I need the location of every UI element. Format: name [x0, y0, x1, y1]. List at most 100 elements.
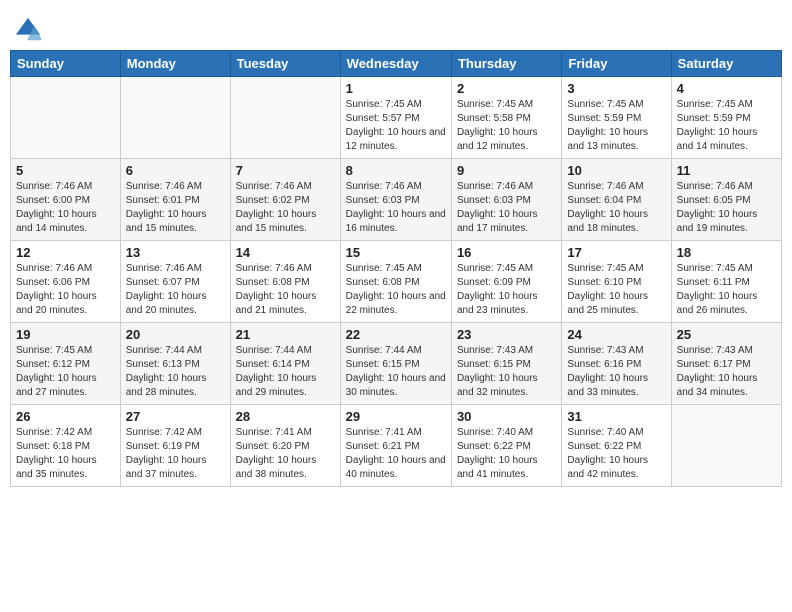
day-info: Sunrise: 7:44 AM Sunset: 6:14 PM Dayligh…	[236, 344, 335, 400]
calendar-cell: 4 Sunrise: 7:45 AM Sunset: 5:59 PM Daylig…	[671, 77, 781, 159]
calendar-cell: 14 Sunrise: 7:46 AM Sunset: 6:08 PM Dayli…	[230, 241, 340, 323]
weekday-header-sunday: Sunday	[11, 51, 121, 77]
day-number: 31	[567, 409, 665, 424]
weekday-header-monday: Monday	[120, 51, 230, 77]
day-info: Sunrise: 7:46 AM Sunset: 6:03 PM Dayligh…	[457, 180, 556, 236]
calendar-cell	[230, 77, 340, 159]
day-number: 16	[457, 245, 556, 260]
day-info: Sunrise: 7:45 AM Sunset: 6:09 PM Dayligh…	[457, 262, 556, 318]
day-info: Sunrise: 7:43 AM Sunset: 6:16 PM Dayligh…	[567, 344, 665, 400]
calendar-week-row: 12 Sunrise: 7:46 AM Sunset: 6:06 PM Dayli…	[11, 241, 782, 323]
day-info: Sunrise: 7:46 AM Sunset: 6:01 PM Dayligh…	[126, 180, 225, 236]
day-number: 25	[677, 327, 776, 342]
day-info: Sunrise: 7:46 AM Sunset: 6:08 PM Dayligh…	[236, 262, 335, 318]
day-number: 11	[677, 163, 776, 178]
day-info: Sunrise: 7:45 AM Sunset: 6:10 PM Dayligh…	[567, 262, 665, 318]
calendar-cell: 13 Sunrise: 7:46 AM Sunset: 6:07 PM Dayli…	[120, 241, 230, 323]
day-number: 26	[16, 409, 115, 424]
day-number: 28	[236, 409, 335, 424]
day-info: Sunrise: 7:46 AM Sunset: 6:03 PM Dayligh…	[346, 180, 446, 236]
logo-icon	[14, 16, 42, 44]
day-info: Sunrise: 7:46 AM Sunset: 6:02 PM Dayligh…	[236, 180, 335, 236]
calendar-cell: 11 Sunrise: 7:46 AM Sunset: 6:05 PM Dayli…	[671, 159, 781, 241]
calendar-cell: 25 Sunrise: 7:43 AM Sunset: 6:17 PM Dayli…	[671, 323, 781, 405]
calendar-cell: 20 Sunrise: 7:44 AM Sunset: 6:13 PM Dayli…	[120, 323, 230, 405]
day-number: 24	[567, 327, 665, 342]
day-info: Sunrise: 7:45 AM Sunset: 6:12 PM Dayligh…	[16, 344, 115, 400]
day-number: 2	[457, 81, 556, 96]
day-number: 15	[346, 245, 446, 260]
calendar-cell: 5Sunrise: 7:46 AM Sunset: 6:00 PM Daylig…	[11, 159, 121, 241]
day-info: Sunrise: 7:41 AM Sunset: 6:21 PM Dayligh…	[346, 426, 446, 482]
calendar-week-row: 1 Sunrise: 7:45 AM Sunset: 5:57 PM Daylig…	[11, 77, 782, 159]
calendar-cell: 10 Sunrise: 7:46 AM Sunset: 6:04 PM Dayli…	[562, 159, 671, 241]
day-number: 20	[126, 327, 225, 342]
calendar-week-row: 19Sunrise: 7:45 AM Sunset: 6:12 PM Dayli…	[11, 323, 782, 405]
day-info: Sunrise: 7:40 AM Sunset: 6:22 PM Dayligh…	[567, 426, 665, 482]
day-info: Sunrise: 7:45 AM Sunset: 5:59 PM Dayligh…	[677, 98, 776, 154]
day-number: 13	[126, 245, 225, 260]
calendar-cell: 3Sunrise: 7:45 AM Sunset: 5:59 PM Daylig…	[562, 77, 671, 159]
weekday-header-tuesday: Tuesday	[230, 51, 340, 77]
day-info: Sunrise: 7:46 AM Sunset: 6:04 PM Dayligh…	[567, 180, 665, 236]
day-number: 22	[346, 327, 446, 342]
day-number: 17	[567, 245, 665, 260]
calendar-cell: 6 Sunrise: 7:46 AM Sunset: 6:01 PM Daylig…	[120, 159, 230, 241]
day-info: Sunrise: 7:42 AM Sunset: 6:19 PM Dayligh…	[126, 426, 225, 482]
weekday-header-row: SundayMondayTuesdayWednesdayThursdayFrid…	[11, 51, 782, 77]
calendar-cell: 18 Sunrise: 7:45 AM Sunset: 6:11 PM Dayli…	[671, 241, 781, 323]
calendar-cell: 22 Sunrise: 7:44 AM Sunset: 6:15 PM Dayli…	[340, 323, 451, 405]
calendar-table: SundayMondayTuesdayWednesdayThursdayFrid…	[10, 50, 782, 487]
day-info: Sunrise: 7:46 AM Sunset: 6:06 PM Dayligh…	[16, 262, 115, 318]
day-info: Sunrise: 7:42 AM Sunset: 6:18 PM Dayligh…	[16, 426, 115, 482]
day-info: Sunrise: 7:45 AM Sunset: 5:58 PM Dayligh…	[457, 98, 556, 154]
day-info: Sunrise: 7:43 AM Sunset: 6:17 PM Dayligh…	[677, 344, 776, 400]
calendar-cell	[120, 77, 230, 159]
day-info: Sunrise: 7:44 AM Sunset: 6:13 PM Dayligh…	[126, 344, 225, 400]
day-number: 1	[346, 81, 446, 96]
calendar-cell: 29Sunrise: 7:41 AM Sunset: 6:21 PM Dayli…	[340, 405, 451, 487]
day-info: Sunrise: 7:43 AM Sunset: 6:15 PM Dayligh…	[457, 344, 556, 400]
weekday-header-friday: Friday	[562, 51, 671, 77]
day-info: Sunrise: 7:46 AM Sunset: 6:07 PM Dayligh…	[126, 262, 225, 318]
calendar-cell: 7 Sunrise: 7:46 AM Sunset: 6:02 PM Daylig…	[230, 159, 340, 241]
calendar-cell: 19Sunrise: 7:45 AM Sunset: 6:12 PM Dayli…	[11, 323, 121, 405]
calendar-cell	[11, 77, 121, 159]
day-info: Sunrise: 7:40 AM Sunset: 6:22 PM Dayligh…	[457, 426, 556, 482]
day-info: Sunrise: 7:45 AM Sunset: 6:11 PM Dayligh…	[677, 262, 776, 318]
day-number: 9	[457, 163, 556, 178]
day-number: 21	[236, 327, 335, 342]
day-info: Sunrise: 7:46 AM Sunset: 6:05 PM Dayligh…	[677, 180, 776, 236]
day-info: Sunrise: 7:44 AM Sunset: 6:15 PM Dayligh…	[346, 344, 446, 400]
weekday-header-thursday: Thursday	[451, 51, 561, 77]
day-number: 10	[567, 163, 665, 178]
calendar-week-row: 26 Sunrise: 7:42 AM Sunset: 6:18 PM Dayli…	[11, 405, 782, 487]
day-info: Sunrise: 7:45 AM Sunset: 5:57 PM Dayligh…	[346, 98, 446, 154]
day-info: Sunrise: 7:41 AM Sunset: 6:20 PM Dayligh…	[236, 426, 335, 482]
calendar-cell: 1 Sunrise: 7:45 AM Sunset: 5:57 PM Daylig…	[340, 77, 451, 159]
page-header	[10, 10, 782, 42]
calendar-week-row: 5Sunrise: 7:46 AM Sunset: 6:00 PM Daylig…	[11, 159, 782, 241]
calendar-cell: 9 Sunrise: 7:46 AM Sunset: 6:03 PM Daylig…	[451, 159, 561, 241]
calendar-cell: 24 Sunrise: 7:43 AM Sunset: 6:16 PM Dayli…	[562, 323, 671, 405]
calendar-cell: 30Sunrise: 7:40 AM Sunset: 6:22 PM Dayli…	[451, 405, 561, 487]
day-number: 6	[126, 163, 225, 178]
calendar-cell: 28 Sunrise: 7:41 AM Sunset: 6:20 PM Dayli…	[230, 405, 340, 487]
calendar-cell: 21 Sunrise: 7:44 AM Sunset: 6:14 PM Dayli…	[230, 323, 340, 405]
day-number: 12	[16, 245, 115, 260]
logo	[14, 14, 44, 42]
day-info: Sunrise: 7:46 AM Sunset: 6:00 PM Dayligh…	[16, 180, 115, 236]
calendar-cell: 27Sunrise: 7:42 AM Sunset: 6:19 PM Dayli…	[120, 405, 230, 487]
calendar-cell	[671, 405, 781, 487]
calendar-cell: 23Sunrise: 7:43 AM Sunset: 6:15 PM Dayli…	[451, 323, 561, 405]
day-number: 14	[236, 245, 335, 260]
calendar-cell: 12 Sunrise: 7:46 AM Sunset: 6:06 PM Dayli…	[11, 241, 121, 323]
calendar-cell: 17 Sunrise: 7:45 AM Sunset: 6:10 PM Dayli…	[562, 241, 671, 323]
day-number: 4	[677, 81, 776, 96]
weekday-header-wednesday: Wednesday	[340, 51, 451, 77]
day-number: 18	[677, 245, 776, 260]
day-number: 7	[236, 163, 335, 178]
calendar-cell: 15Sunrise: 7:45 AM Sunset: 6:08 PM Dayli…	[340, 241, 451, 323]
day-info: Sunrise: 7:45 AM Sunset: 5:59 PM Dayligh…	[567, 98, 665, 154]
calendar-cell: 26 Sunrise: 7:42 AM Sunset: 6:18 PM Dayli…	[11, 405, 121, 487]
